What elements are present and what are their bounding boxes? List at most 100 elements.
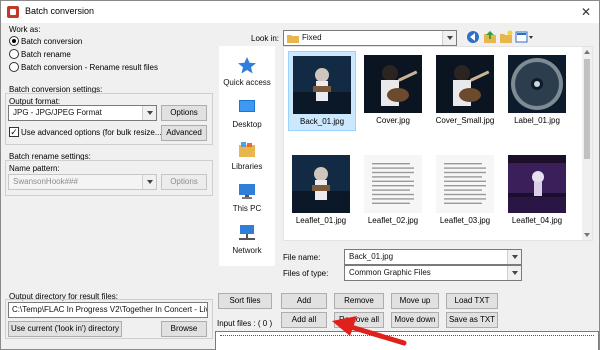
name-pattern-value: SwansonHook###: [13, 177, 78, 186]
file-name-caption: Back_01.jpg: [299, 117, 345, 126]
libraries-icon: [239, 142, 255, 157]
file-name-label: File name:: [283, 253, 321, 262]
place-label: Libraries: [231, 162, 263, 171]
thumbnail-image: [364, 155, 422, 213]
back-icon[interactable]: [466, 30, 480, 44]
move-up-button[interactable]: Move up: [391, 293, 439, 309]
place-libraries[interactable]: Libraries: [219, 138, 275, 178]
focus-dotted-line: [220, 335, 594, 336]
file-name-caption: Leaflet_03.jpg: [439, 216, 491, 225]
file-name-caption: Leaflet_01.jpg: [295, 216, 347, 225]
file-name-caption: Cover.jpg: [376, 116, 410, 125]
file-name-caption: Label_01.jpg: [514, 116, 560, 125]
radio-batch-rename[interactable]: [9, 49, 19, 59]
chevron-down-icon: [142, 175, 156, 189]
file-name-caption: Leaflet_02.jpg: [367, 216, 419, 225]
close-icon[interactable]: ✕: [577, 4, 595, 20]
chevron-down-icon: [142, 106, 156, 120]
folder-icon: [287, 35, 299, 43]
chevron-down-icon: [442, 31, 456, 45]
file-thumbnail[interactable]: Leaflet_01.jpg: [288, 151, 356, 231]
places-bar: Quick access Desktop Libraries This PC N…: [219, 46, 275, 266]
move-down-button[interactable]: Move down: [391, 312, 439, 328]
name-pattern-label: Name pattern:: [9, 164, 60, 173]
advanced-options-label[interactable]: Use advanced options (for bulk resize...…: [21, 128, 164, 137]
radio-batch-rename-label[interactable]: Batch rename: [21, 50, 71, 59]
file-thumbnail[interactable]: Leaflet_04.jpg: [504, 151, 572, 231]
add-button[interactable]: Add: [281, 293, 327, 309]
save-as-txt-button[interactable]: Save as TXT: [446, 312, 498, 328]
vertical-scrollbar[interactable]: [582, 47, 592, 240]
output-directory-field[interactable]: C:\Temp\FLAC In Progress V2\Together In …: [8, 302, 208, 318]
view-menu-icon[interactable]: [515, 30, 535, 44]
look-in-value: Fixed: [302, 33, 322, 42]
name-pattern-select[interactable]: SwansonHook###: [8, 174, 157, 190]
file-thumbnail[interactable]: Cover.jpg: [360, 51, 428, 131]
place-label: Quick access: [223, 78, 271, 87]
place-label: Desktop: [232, 120, 262, 129]
input-files-label: Input files : ( 0 ): [217, 319, 273, 328]
file-name-caption: Leaflet_04.jpg: [511, 216, 563, 225]
thumbnail-image: [436, 55, 494, 113]
rename-options-button[interactable]: Options: [161, 174, 207, 190]
sort-files-button[interactable]: Sort files: [218, 293, 272, 309]
file-thumbnail[interactable]: Back_01.jpg: [288, 51, 356, 131]
batch-conversion-window: Batch conversion ✕ Work as: Batch conver…: [0, 0, 600, 350]
file-thumbnail[interactable]: Leaflet_02.jpg: [360, 151, 428, 231]
remove-button[interactable]: Remove: [334, 293, 384, 309]
radio-conversion-rename[interactable]: [9, 62, 19, 72]
star-icon: [238, 57, 256, 74]
radio-conversion-rename-label[interactable]: Batch conversion - Rename result files: [21, 63, 158, 72]
load-txt-button[interactable]: Load TXT: [446, 293, 498, 309]
file-type-label: Files of type:: [283, 269, 329, 278]
thumbnail-image: [508, 155, 566, 213]
thumbnail-image: [436, 155, 494, 213]
file-name-caption: Cover_Small.jpg: [435, 116, 495, 125]
add-all-button[interactable]: Add all: [281, 312, 327, 328]
remove-all-button[interactable]: Remove all: [334, 312, 384, 328]
new-folder-icon[interactable]: [499, 30, 513, 44]
look-in-label: Look in:: [251, 34, 280, 43]
window-title: Batch conversion: [25, 6, 95, 16]
desktop-icon: [239, 100, 255, 112]
place-network[interactable]: Network: [219, 222, 275, 262]
use-current-directory-button[interactable]: Use current ('look in') directory: [8, 321, 122, 337]
computer-icon: [239, 184, 255, 199]
network-icon: [239, 225, 255, 240]
place-label: Network: [232, 246, 262, 255]
up-folder-icon[interactable]: [483, 30, 497, 44]
file-thumbnail[interactable]: Cover_Small.jpg: [432, 51, 500, 131]
scroll-up-icon[interactable]: [584, 50, 590, 54]
thumbnail-image: [508, 55, 566, 113]
place-quick-access[interactable]: Quick access: [219, 54, 275, 94]
place-this-pc[interactable]: This PC: [219, 180, 275, 220]
chevron-down-icon: [507, 250, 521, 264]
output-format-value: JPG - JPG/JPEG Format: [13, 108, 102, 117]
file-name-value: Back_01.jpg: [349, 252, 394, 261]
file-name-field[interactable]: Back_01.jpg: [344, 249, 522, 265]
file-list-view[interactable]: Back_01.jpg Cover.jpg Cover_Small.jpg Label…: [283, 46, 593, 241]
advanced-options-checkbox[interactable]: ✓: [9, 127, 19, 137]
file-type-select[interactable]: Common Graphic Files: [344, 265, 522, 281]
radio-batch-conversion-label[interactable]: Batch conversion: [21, 37, 82, 46]
place-desktop[interactable]: Desktop: [219, 96, 275, 136]
thumbnail-image: [364, 55, 422, 113]
look-in-select[interactable]: Fixed: [283, 30, 457, 46]
input-files-list[interactable]: [215, 331, 599, 350]
scroll-down-icon[interactable]: [584, 233, 590, 237]
radio-batch-conversion[interactable]: [9, 36, 19, 46]
file-thumbnail[interactable]: Leaflet_03.jpg: [432, 151, 500, 231]
file-type-value: Common Graphic Files: [349, 268, 431, 277]
advanced-button[interactable]: Advanced: [161, 125, 207, 141]
place-label: This PC: [232, 204, 262, 213]
thumbnail-image: [292, 155, 350, 213]
app-icon: [7, 6, 19, 18]
file-thumbnail[interactable]: Label_01.jpg: [504, 51, 572, 131]
scrollbar-thumb[interactable]: [584, 59, 590, 159]
chevron-down-icon: [507, 266, 521, 280]
output-format-select[interactable]: JPG - JPG/JPEG Format: [8, 105, 157, 121]
title-bar: Batch conversion ✕: [1, 1, 599, 23]
thumbnail-image: [293, 56, 351, 114]
format-options-button[interactable]: Options: [161, 105, 207, 121]
browse-button[interactable]: Browse: [161, 321, 207, 337]
